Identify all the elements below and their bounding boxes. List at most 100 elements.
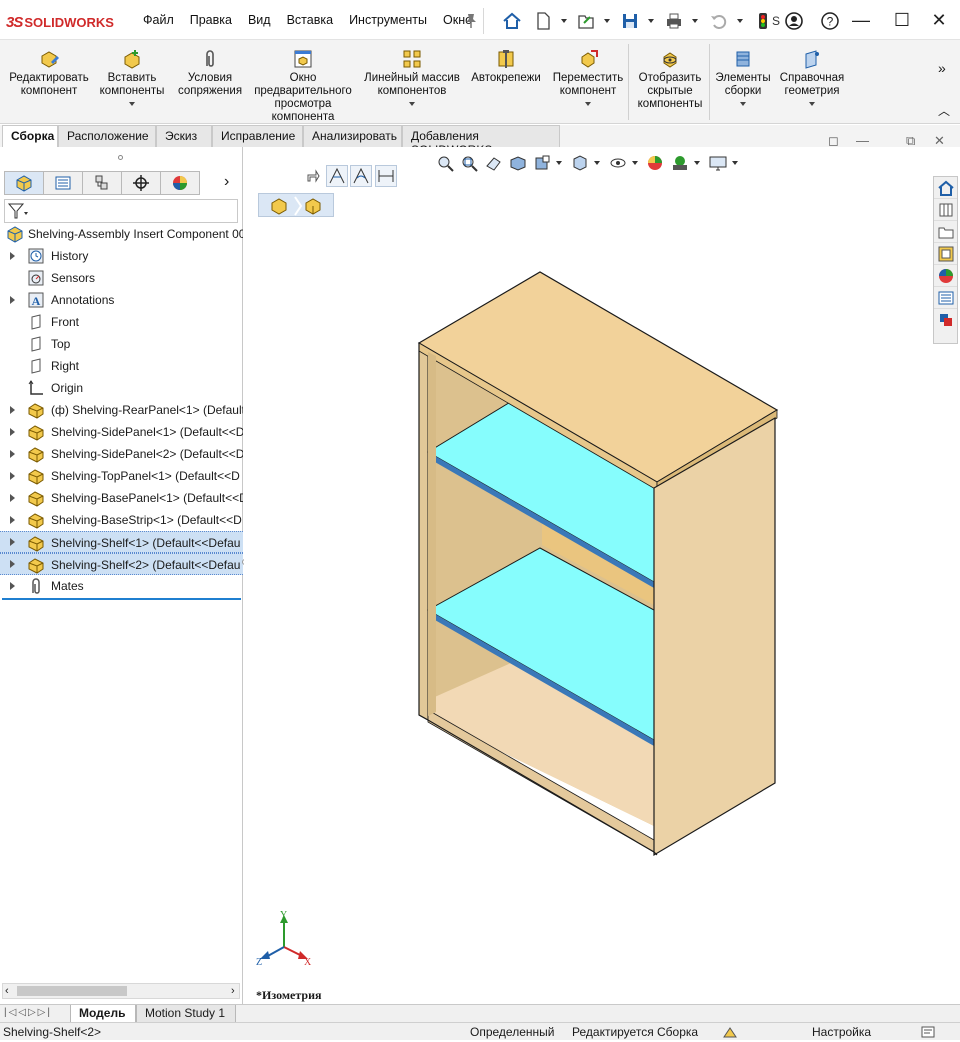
- expand-arrow-icon[interactable]: [10, 296, 15, 304]
- open-dropdown-icon[interactable]: [604, 19, 610, 23]
- tab-layout[interactable]: Расположение: [58, 125, 156, 147]
- undo-icon[interactable]: [707, 10, 729, 32]
- tab-solidworks-addins[interactable]: Добавления SOLIDWORKS: [402, 125, 560, 157]
- tab-model[interactable]: Модель: [70, 1005, 136, 1023]
- assembly-features-button[interactable]: Элементы сборки: [712, 48, 774, 106]
- file-explorer-icon[interactable]: [934, 221, 957, 243]
- tree-item-front-plane[interactable]: Front: [0, 311, 243, 333]
- tree-item-top-plane[interactable]: Top: [0, 333, 243, 355]
- home-icon[interactable]: [501, 10, 523, 32]
- maximize-window-icon[interactable]: ☐: [887, 8, 917, 32]
- print-icon[interactable]: [663, 10, 685, 32]
- insert-components-dropdown-icon[interactable]: [129, 102, 135, 106]
- expand-arrow-icon[interactable]: [10, 472, 15, 480]
- expand-arrow-icon[interactable]: [10, 582, 15, 590]
- tree-filter-box[interactable]: [4, 199, 238, 223]
- status-units-icon[interactable]: [920, 1025, 936, 1042]
- tab-assembly[interactable]: Сборка: [2, 125, 58, 147]
- graphics-area[interactable]: ◻ — ⧉ ✕ Y X Z *Изометрия: [244, 133, 960, 1005]
- property-manager-tab[interactable]: [43, 171, 83, 195]
- save-dropdown-icon[interactable]: [648, 19, 654, 23]
- tab-scroll-arrows-icon[interactable]: |◁◁▷▷|: [4, 1007, 52, 1018]
- expand-arrow-icon[interactable]: [10, 450, 15, 458]
- shelving-3d-model[interactable]: [244, 147, 960, 1005]
- expand-arrow-icon[interactable]: [10, 252, 15, 260]
- new-dropdown-icon[interactable]: [561, 19, 567, 23]
- tab-evaluate[interactable]: Анализировать: [303, 125, 402, 147]
- ribbon-more-chevron-icon[interactable]: »: [938, 60, 946, 76]
- tree-item-component[interactable]: Shelving-SidePanel<2> (Default<<D: [0, 443, 243, 465]
- tree-item-annotations[interactable]: A Annotations: [0, 289, 243, 311]
- configuration-manager-tab[interactable]: [82, 171, 122, 195]
- new-document-icon[interactable]: [532, 10, 554, 32]
- tab-repair[interactable]: Исправление: [212, 125, 303, 147]
- status-customize[interactable]: Настройка: [812, 1025, 871, 1039]
- solidworks-resources-home-icon[interactable]: [934, 177, 957, 199]
- menu-tools[interactable]: Инструменты: [341, 13, 435, 27]
- tree-item-component[interactable]: Shelving-BaseStrip<1> (Default<<D: [0, 509, 243, 531]
- menu-file[interactable]: Файл: [135, 13, 182, 27]
- user-account-icon[interactable]: [783, 10, 805, 32]
- linear-pattern-dropdown-icon[interactable]: [409, 102, 415, 106]
- print-dropdown-icon[interactable]: [692, 19, 698, 23]
- expand-arrow-icon[interactable]: [10, 494, 15, 502]
- panel-grip-icon[interactable]: [118, 155, 123, 160]
- move-component-dropdown-icon[interactable]: [585, 102, 591, 106]
- menu-edit[interactable]: Правка: [182, 13, 240, 27]
- undo-dropdown-icon[interactable]: [737, 19, 743, 23]
- tab-sketch[interactable]: Эскиз: [156, 125, 212, 147]
- feature-manager-tab[interactable]: [4, 171, 44, 195]
- smart-fasteners-button[interactable]: Автокрепежи: [466, 48, 546, 85]
- design-library-icon[interactable]: [934, 199, 957, 221]
- tree-root-assembly[interactable]: Shelving-Assembly Insert Component 00: [0, 223, 243, 245]
- tab-motion-study-1[interactable]: Motion Study 1: [136, 1005, 236, 1023]
- insert-components-button[interactable]: Вставить компоненты: [96, 48, 168, 106]
- expand-arrow-icon[interactable]: [10, 428, 15, 436]
- open-document-icon[interactable]: [575, 10, 597, 32]
- edit-component-button[interactable]: Редактировать компонент: [6, 48, 92, 98]
- tree-item-mates[interactable]: Mates: [0, 575, 243, 597]
- solidworks-forum-icon[interactable]: [934, 309, 957, 331]
- doc-minimize-icon[interactable]: —: [856, 133, 869, 148]
- tree-item-component[interactable]: (ф) Shelving-RearPanel<1> (Default: [0, 399, 243, 421]
- component-preview-window-button[interactable]: Окно предварительного просмотра компонен…: [250, 48, 356, 124]
- left-panel-inner-face[interactable]: [428, 352, 436, 716]
- tree-item-component[interactable]: Shelving-BasePanel<1> (Default<<D: [0, 487, 243, 509]
- custom-properties-icon[interactable]: [934, 287, 957, 309]
- pin-icon[interactable]: [460, 10, 482, 32]
- right-side-panel-face[interactable]: [653, 416, 776, 857]
- tree-item-sensors[interactable]: Sensors: [0, 267, 243, 289]
- close-window-icon[interactable]: ✕: [924, 8, 954, 32]
- display-manager-tab[interactable]: [160, 171, 200, 195]
- reference-geometry-button[interactable]: Справочная геометрия: [776, 48, 848, 106]
- minimize-window-icon[interactable]: —: [846, 8, 876, 32]
- mates-button[interactable]: Условия сопряжения: [174, 48, 246, 98]
- menu-insert[interactable]: Вставка: [279, 13, 341, 27]
- view-palette-icon[interactable]: [934, 243, 957, 265]
- expand-arrow-icon[interactable]: [10, 406, 15, 414]
- tree-item-origin[interactable]: Origin: [0, 377, 243, 399]
- scroll-left-icon[interactable]: ‹: [5, 985, 9, 997]
- expand-arrow-icon[interactable]: [10, 560, 15, 568]
- scroll-right-icon[interactable]: ›: [231, 985, 235, 997]
- tree-item-component[interactable]: Shelving-TopPanel<1> (Default<<D: [0, 465, 243, 487]
- tree-item-right-plane[interactable]: Right: [0, 355, 243, 377]
- assembly-features-dropdown-icon[interactable]: [740, 102, 746, 106]
- show-hidden-components-button[interactable]: Отобразить скрытые компоненты: [632, 48, 708, 111]
- truncated-menu-label[interactable]: S: [770, 10, 782, 32]
- dimxpert-manager-tab[interactable]: [121, 171, 161, 195]
- appearances-scenes-icon[interactable]: [934, 265, 957, 287]
- rollback-bar[interactable]: [2, 598, 241, 600]
- linear-component-pattern-button[interactable]: Линейный массив компонентов: [360, 48, 464, 106]
- expand-arrow-icon[interactable]: [10, 538, 15, 546]
- tree-item-component[interactable]: Shelving-SidePanel<1> (Default<<D: [0, 421, 243, 443]
- move-component-button[interactable]: Переместить компонент: [550, 48, 626, 106]
- tree-item-component-selected[interactable]: Shelving-Shelf<1> (Default<<Defau: [0, 531, 243, 553]
- tree-item-history[interactable]: History: [0, 245, 243, 267]
- tree-item-component-selected[interactable]: Shelving-Shelf<2> (Default<<Defau: [0, 553, 243, 575]
- expand-arrow-icon[interactable]: [10, 516, 15, 524]
- left-side-panel-edge[interactable]: [418, 342, 429, 721]
- menu-view[interactable]: Вид: [240, 13, 279, 27]
- ribbon-collapse-icon[interactable]: ︿: [938, 102, 950, 119]
- rebuild-status-icon[interactable]: [722, 1025, 738, 1042]
